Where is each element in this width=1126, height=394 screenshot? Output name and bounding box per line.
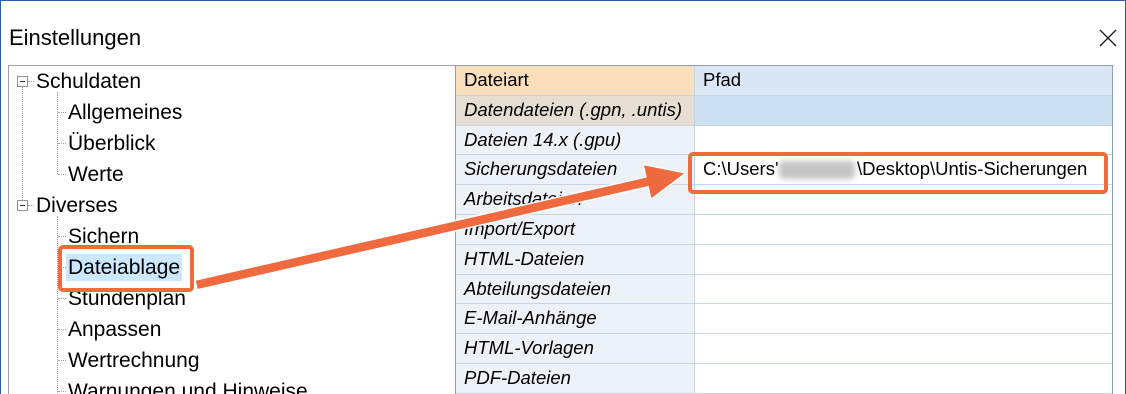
table-row[interactable]: Abteilungsdateien — [456, 274, 1112, 305]
tree-connector — [58, 174, 66, 175]
collapse-icon[interactable] — [17, 200, 28, 211]
tree-connector — [58, 236, 66, 237]
tree-item-wertrechnung[interactable]: Wertrechnung — [66, 345, 202, 376]
table-row[interactable]: HTML-Vorlagen — [456, 334, 1112, 364]
table-row[interactable]: HTML-Dateien — [456, 244, 1112, 275]
path-cell[interactable] — [695, 244, 1112, 274]
column-header-path[interactable]: Pfad — [695, 66, 1112, 95]
tree-connector — [57, 216, 58, 394]
tree-item-label: Warnungen und Hinweise — [68, 380, 308, 394]
tree-item-ueberblick[interactable]: Überblick — [66, 128, 158, 159]
path-cell[interactable] — [695, 95, 1112, 125]
tree-item-warnungen[interactable]: Warnungen und Hinweise — [66, 376, 310, 394]
path-prefix: C:\Users' — [703, 158, 779, 180]
tree-item-label: Sichern — [68, 225, 140, 248]
file-type-cell[interactable]: E-Mail-Anhänge — [456, 304, 695, 334]
tree-item-label: Schuldaten — [36, 70, 142, 93]
tree-item-anpassen[interactable]: Anpassen — [66, 314, 163, 345]
path-cell[interactable] — [695, 214, 1112, 244]
tree-item-label: Überblick — [68, 132, 156, 155]
tree-connector — [58, 112, 66, 113]
tree-connector — [58, 267, 66, 268]
path-suffix: \Desktop\Untis-Sicherungen — [857, 158, 1088, 180]
file-type-cell[interactable]: HTML-Vorlagen — [456, 334, 695, 363]
file-type-cell[interactable]: HTML-Dateien — [456, 244, 695, 274]
file-type-cell[interactable]: PDF-Dateien — [456, 363, 695, 393]
file-type-cell[interactable]: Arbeitsdateien — [456, 185, 695, 214]
path-cell[interactable] — [695, 304, 1112, 334]
path-cell[interactable] — [695, 274, 1112, 304]
tree-item-dateiablage[interactable]: Dateiablage — [66, 252, 183, 283]
file-type-cell[interactable]: Datendateien (.gpn, .untis) — [456, 95, 695, 125]
tree-item-label: Stundenplan — [68, 287, 186, 310]
tree-item-sichern[interactable]: Sichern — [66, 221, 141, 252]
close-button[interactable] — [1090, 20, 1126, 56]
file-location-grid[interactable]: Dateiart Pfad Datendateien (.gpn, .untis… — [455, 65, 1113, 394]
path-cell[interactable] — [695, 185, 1112, 214]
file-type-cell[interactable]: Import/Export — [456, 214, 695, 244]
path-cell[interactable]: C:\Users' \Desktop\Untis-Sicherungen — [695, 155, 1112, 185]
settings-tree[interactable]: Schuldaten Allgemeines Überblick Werte D… — [8, 65, 455, 394]
tree-item-diverses[interactable]: Diverses — [34, 190, 120, 221]
tree-connector — [57, 92, 58, 174]
file-type-cell[interactable]: Abteilungsdateien — [456, 274, 695, 304]
tree-item-label: Allgemeines — [68, 101, 183, 124]
column-header-file-type[interactable]: Dateiart — [456, 66, 695, 95]
tree-item-schuldaten[interactable]: Schuldaten — [34, 66, 143, 97]
tree-connector — [58, 360, 66, 361]
tree-item-label: Wertrechnung — [68, 349, 200, 372]
tree-connector — [22, 87, 23, 200]
tree-item-stundenplan[interactable]: Stundenplan — [66, 283, 188, 314]
collapse-icon[interactable] — [17, 76, 28, 87]
tree-connector — [58, 329, 66, 330]
title-bar[interactable]: Einstellungen — [1, 1, 1125, 64]
table-row[interactable]: Import/Export — [456, 214, 1112, 245]
table-row[interactable]: Dateien 14.x (.gpu) — [456, 125, 1112, 156]
tree-connector — [58, 391, 66, 392]
tree-item-label: Anpassen — [68, 318, 162, 341]
table-row[interactable]: E-Mail-Anhänge — [456, 304, 1112, 335]
window-title: Einstellungen — [9, 25, 142, 50]
redacted-username — [779, 161, 855, 180]
tree-item-allgemeines[interactable]: Allgemeines — [66, 97, 184, 128]
tree-item-label: Diverses — [36, 194, 118, 217]
close-icon — [1099, 29, 1117, 47]
tree-item-label-selected: Dateiablage — [66, 254, 183, 281]
table-row[interactable]: PDF-Dateien — [456, 363, 1112, 394]
tree-item-werte[interactable]: Werte — [66, 159, 126, 190]
path-cell[interactable] — [695, 363, 1112, 393]
path-cell[interactable] — [695, 125, 1112, 155]
file-type-cell[interactable]: Dateien 14.x (.gpu) — [456, 125, 695, 155]
tree-connector — [58, 143, 66, 144]
tree-item-label: Werte — [68, 163, 124, 186]
file-type-cell[interactable]: Sicherungsdateien — [456, 155, 695, 185]
path-cell[interactable] — [695, 334, 1112, 363]
tree-connector — [58, 298, 66, 299]
table-row[interactable]: Datendateien (.gpn, .untis) — [456, 95, 1112, 126]
table-row[interactable]: Arbeitsdateien — [456, 185, 1112, 215]
table-row[interactable]: Sicherungsdateien C:\Users' \Desktop\Unt… — [456, 155, 1112, 186]
grid-header: Dateiart Pfad — [456, 66, 1112, 96]
